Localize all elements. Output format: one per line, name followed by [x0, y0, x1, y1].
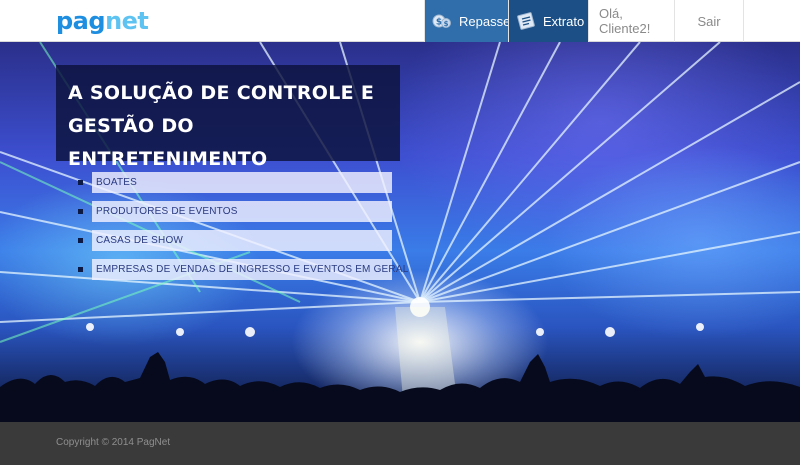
list-item-label: PRODUTORES DE EVENTOS — [92, 201, 392, 222]
list-item: CASAS DE SHOW — [78, 230, 392, 251]
extrato-label: Extrato — [543, 13, 585, 29]
segments-list: BOATES PRODUTORES DE EVENTOS CASAS DE SH… — [78, 172, 408, 288]
top-header: pagnet $ $ Repasse Extrato Olá, Cliente2… — [0, 0, 800, 42]
list-item-label: EMPRESAS DE VENDAS DE INGRESSO E EVENTOS… — [92, 259, 408, 280]
list-item-label: CASAS DE SHOW — [92, 230, 392, 251]
main-nav: $ $ Repasse Extrato Olá, Cliente2! Sair — [424, 0, 744, 42]
copyright-text: Copyright © 2014 PagNet — [56, 437, 171, 448]
bullet-icon — [78, 209, 83, 214]
bullet-icon — [78, 267, 83, 272]
logo-part-net: net — [105, 7, 149, 35]
headline-line-2: GESTÃO DO ENTRETENIMENTO — [68, 115, 268, 170]
hero-headline: A SOLUÇÃO DE CONTROLE E GESTÃO DO ENTRET… — [68, 77, 398, 176]
page-footer: Copyright © 2014 PagNet — [0, 422, 800, 465]
bullet-icon — [78, 238, 83, 243]
list-item: BOATES — [78, 172, 392, 193]
logout-link[interactable]: Sair — [674, 0, 744, 42]
logo-part-pag: pag — [56, 7, 106, 35]
list-item-label: BOATES — [92, 172, 392, 193]
user-greeting[interactable]: Olá, Cliente2! — [588, 0, 674, 42]
svg-text:$: $ — [444, 20, 449, 28]
hero-banner: A SOLUÇÃO DE CONTROLE E GESTÃO DO ENTRET… — [0, 42, 800, 422]
logo-text: pagnet — [56, 7, 149, 35]
list-item: EMPRESAS DE VENDAS DE INGRESSO E EVENTOS… — [78, 259, 408, 280]
repasse-button[interactable]: $ $ Repasse — [424, 0, 511, 42]
headline-line-1: A SOLUÇÃO DE CONTROLE E — [68, 82, 375, 104]
money-transfer-icon: $ $ — [432, 11, 452, 31]
extrato-button[interactable]: Extrato — [508, 0, 588, 42]
bullet-icon — [78, 180, 83, 185]
crowd-silhouette — [0, 352, 800, 422]
pagnet-logo[interactable]: pagnet — [56, 6, 149, 36]
repasse-label: Repasse — [459, 13, 511, 29]
statement-icon — [516, 11, 536, 31]
list-item: PRODUTORES DE EVENTOS — [78, 201, 392, 222]
headline-panel: A SOLUÇÃO DE CONTROLE E GESTÃO DO ENTRET… — [56, 65, 400, 170]
